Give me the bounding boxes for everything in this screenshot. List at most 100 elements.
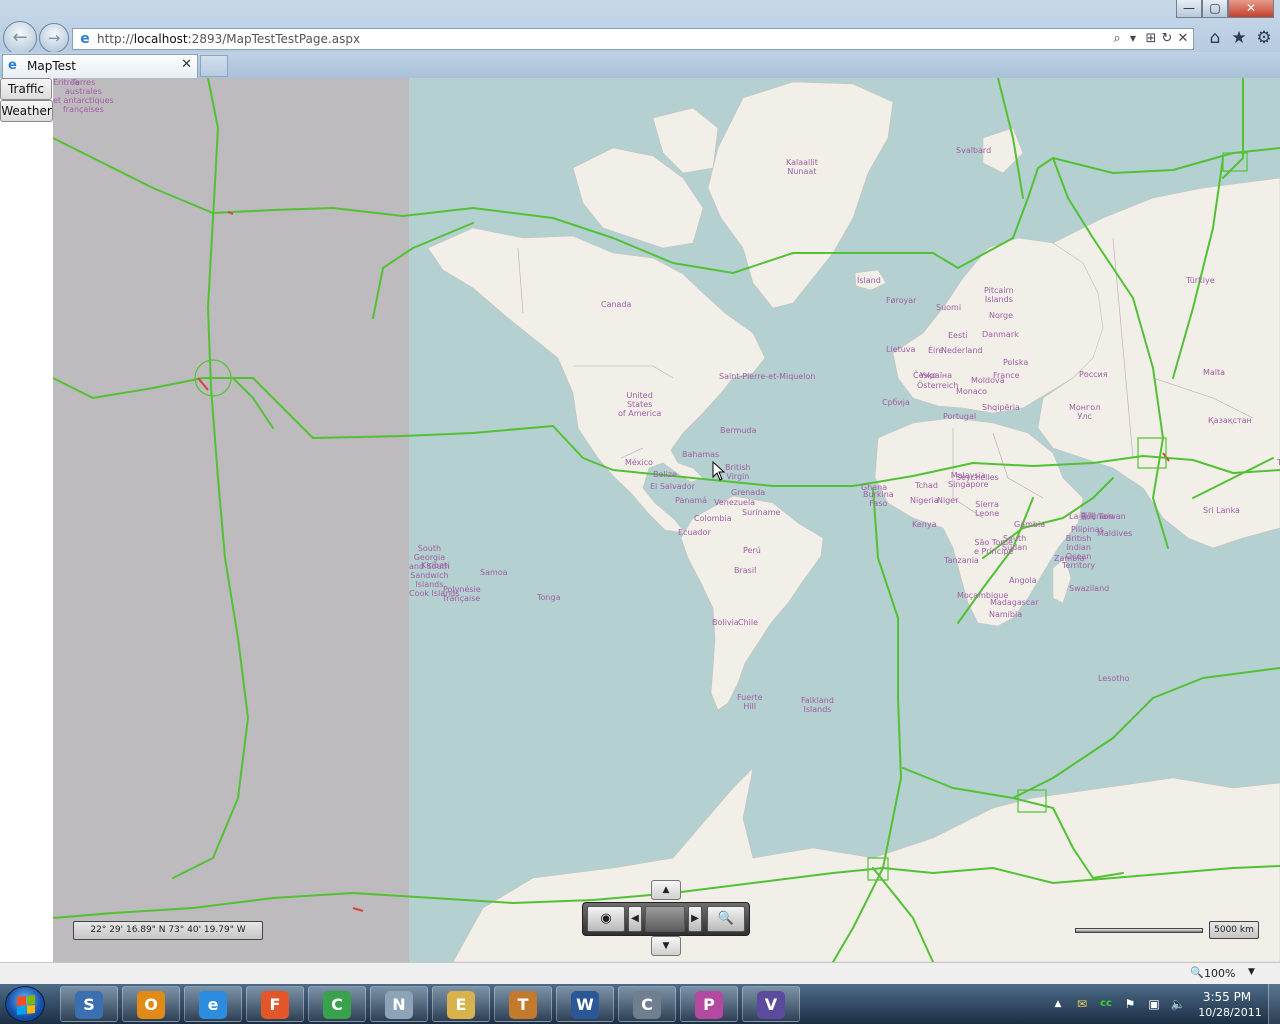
map-view[interactable]: Kalaallit Nunaat Svalbard Ísland Føroyar Can… [53, 78, 1280, 962]
map-label: Suriname [742, 508, 781, 517]
back-button[interactable]: ← [3, 21, 37, 55]
taskbar-app-server-manager[interactable]: S [60, 986, 118, 1022]
map-label: Venezuela [714, 498, 756, 507]
maximize-button[interactable]: ▢ [1202, 0, 1228, 18]
weather-button[interactable]: Weather [0, 100, 53, 122]
tab-title: MapTest [27, 59, 76, 73]
map-label: Maldives [1097, 529, 1133, 538]
map-label: Ecuador [678, 528, 711, 537]
home-icon[interactable]: ⌂ [1204, 28, 1226, 48]
map-label: Fuerte Hill [737, 693, 763, 711]
taskbar-app-firefox[interactable]: F [246, 986, 304, 1022]
chevron-down-icon[interactable]: ▼ [1125, 31, 1141, 47]
pan-up-button[interactable]: ▲ [651, 880, 681, 900]
map-label: Belize [653, 470, 677, 479]
map-label: Lesotho [1098, 674, 1130, 683]
cc-icon[interactable]: cc [1098, 996, 1114, 1012]
map-label: Føroyar [886, 296, 917, 305]
zoom-icon[interactable]: 🔍 [1190, 966, 1204, 979]
taskbar-app-paint[interactable]: P [680, 986, 738, 1022]
taskbar-app-calculator[interactable]: C [618, 986, 676, 1022]
map-navigation-control: ▲ ◉ ◀ ▶ 🔍 ▼ [582, 880, 752, 956]
map-label: Burkina Faso [863, 490, 894, 508]
map-label: Türkiye [1186, 276, 1215, 285]
mail-icon[interactable]: ✉ [1074, 996, 1090, 1012]
clock-time[interactable]: 3:55 PM [1197, 990, 1257, 1004]
tab-maptest[interactable]: e MapTest ✕ [2, 54, 198, 78]
map-label: Malta [1203, 368, 1226, 377]
map-label: Angola [1009, 576, 1037, 585]
refresh-icon[interactable]: ↻ [1159, 31, 1175, 47]
map-label: La Réunion [1069, 512, 1114, 521]
taskbar-app-outlook[interactable]: O [122, 986, 180, 1022]
map-label: Nigeria [910, 496, 939, 505]
taskbar-app-internet-explorer[interactable]: e [184, 986, 242, 1022]
taskbar-app-tools[interactable]: T [494, 986, 552, 1022]
map-label: United States of America [618, 391, 662, 418]
firefox-icon: F [261, 991, 289, 1019]
pan-down-button[interactable]: ▼ [651, 936, 681, 956]
gear-icon[interactable]: ⚙ [1253, 28, 1275, 48]
volume-icon[interactable]: 🔈 [1170, 996, 1186, 1012]
network-icon[interactable]: ▣ [1146, 996, 1162, 1012]
pan-right-button[interactable]: ▶ [688, 906, 702, 932]
map-label: British Indian Ocean Territory [1062, 534, 1096, 570]
taskbar-app-chrome[interactable]: C [308, 986, 366, 1022]
ie-page-icon: e [80, 31, 90, 47]
new-tab-button[interactable] [200, 55, 228, 77]
favorites-star-icon[interactable]: ★ [1228, 28, 1250, 48]
traffic-button[interactable]: Traffic [0, 78, 52, 100]
map-label: Niger [937, 496, 959, 505]
map-label: Ísland [857, 276, 881, 285]
close-window-button[interactable]: ✕ [1228, 0, 1274, 18]
zoom-dropdown-icon[interactable]: ▼ [1248, 967, 1255, 977]
map-label: Қазақстан [1208, 416, 1252, 425]
zoom-level[interactable]: 100% [1204, 967, 1235, 980]
address-url[interactable]: http://localhost:2893/MapTestTestPage.as… [97, 32, 360, 46]
map-label: Polska [1003, 358, 1029, 367]
taskbar-app-notepad[interactable]: N [370, 986, 428, 1022]
start-button[interactable] [5, 986, 45, 1022]
zoom-magnifier-icon[interactable]: 🔍 [707, 906, 745, 932]
map-label: Bahamas [682, 450, 720, 459]
map-label: Namibia [989, 610, 1023, 619]
show-desktop-button[interactable] [1268, 984, 1280, 1024]
stop-icon[interactable]: ✕ [1175, 31, 1191, 47]
show-hidden-icons-icon[interactable]: ▲ [1050, 996, 1066, 1012]
windows-logo-icon [17, 995, 35, 1015]
taskbar-app-explorer[interactable]: E [432, 986, 490, 1022]
clock-date[interactable]: 10/28/2011 [1197, 1006, 1263, 1019]
map-label: Seychelles [956, 473, 999, 482]
map-label: El Salvador [650, 482, 695, 491]
page-content: Traffic Weather Kalaallit Nunaat Svalbar… [0, 78, 1280, 962]
pan-center-button[interactable] [645, 906, 685, 932]
coordinate-readout: 22° 29' 16.89" N 73° 40' 19.79" W [73, 921, 263, 940]
paint-icon: P [695, 991, 723, 1019]
forward-button[interactable]: → [39, 23, 69, 53]
minimize-button[interactable]: — [1176, 0, 1202, 18]
server-manager-icon: S [75, 991, 103, 1019]
word-icon: W [571, 991, 599, 1019]
search-icon[interactable]: ⌕ [1109, 31, 1125, 47]
eye-icon[interactable]: ◉ [587, 906, 625, 932]
map-label: Bolivia [712, 618, 739, 627]
map-label: Grenada [731, 488, 766, 497]
map-label: Canada [601, 300, 632, 309]
outlook-icon: O [137, 991, 165, 1019]
taskbar-app-visual-studio[interactable]: V [742, 986, 800, 1022]
taskbar-app-word[interactable]: W [556, 986, 614, 1022]
flag-icon[interactable]: ⚑ [1122, 996, 1138, 1012]
map-label: Samoa [480, 568, 508, 577]
pan-left-button[interactable]: ◀ [628, 906, 642, 932]
address-bar[interactable]: e http://localhost:2893/MapTestTestPage.… [72, 28, 1194, 50]
map-label: Sri Lanka [1203, 506, 1240, 515]
close-tab-icon[interactable]: ✕ [181, 57, 192, 72]
map-label: Россия [1079, 370, 1108, 379]
tools-icon: T [509, 991, 537, 1019]
map-label: Lietuva [886, 345, 916, 354]
url-host: localhost [133, 32, 188, 46]
notepad-icon: N [385, 991, 413, 1019]
map-label: São Tomé e Príncipe [974, 538, 1014, 556]
compatibility-view-icon[interactable]: ⊞ [1143, 31, 1159, 47]
internet-explorer-icon: e [199, 991, 227, 1019]
